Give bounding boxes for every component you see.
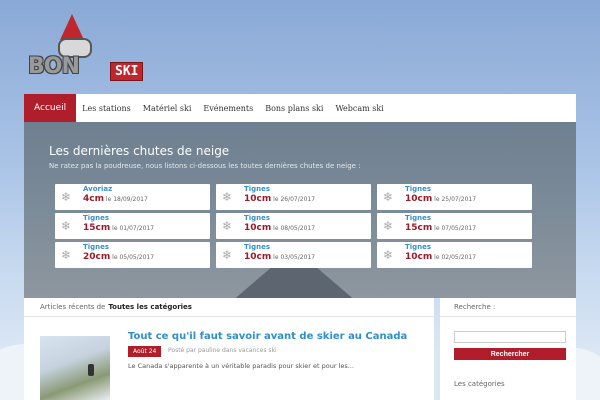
recent-articles: Articles récents de Toutes les catégorie…: [24, 298, 434, 400]
snowfall-station: Tignes: [405, 214, 432, 222]
snowfall-depth: 10cm: [405, 194, 433, 204]
snowfall-line: 10cm le 25/07/2017: [405, 194, 476, 204]
snowfall-station: Tignes: [244, 214, 271, 222]
snowfall-card[interactable]: ❄ Tignes 10cm le 02/05/2017: [377, 242, 532, 268]
nav-item-bons-plans[interactable]: Bons plans ski: [259, 94, 329, 122]
site-logo[interactable]: BON SKI: [24, 14, 144, 84]
search-button[interactable]: Rechercher: [454, 348, 566, 360]
snowfall-date: 25/07/2017: [441, 196, 477, 203]
snowfall-date-prefix: le: [273, 196, 279, 203]
snowflake-icon: ❄: [383, 190, 394, 204]
snowfall-depth: 10cm: [244, 194, 272, 204]
articles-header: Articles récents de Toutes les catégorie…: [24, 298, 434, 317]
snowfall-date: 03/05/2017: [280, 254, 316, 261]
snowflake-icon: ❄: [222, 219, 233, 233]
logo-word: BON: [28, 54, 80, 79]
snowflake-icon: ❄: [383, 219, 394, 233]
snowfall-depth: 15cm: [405, 223, 433, 233]
snowfall-card[interactable]: ❄ Tignes 10cm le 25/07/2017: [377, 184, 532, 210]
logo-hat-icon: [60, 14, 84, 40]
snowfall-station: Tignes: [83, 243, 110, 251]
hero-title: Les dernières chutes de neige: [49, 144, 230, 158]
snowfall-date: 01/07/2017: [119, 225, 155, 232]
snowfall-date-prefix: le: [112, 254, 118, 261]
nav-item-accueil[interactable]: Accueil: [24, 94, 77, 122]
snowfall-station: Tignes: [405, 185, 432, 193]
snowfall-depth: 20cm: [83, 252, 111, 262]
snowfall-card[interactable]: ❄ Tignes 20cm le 05/05/2017: [55, 242, 210, 268]
snowfall-depth: 10cm: [244, 252, 272, 262]
snowfall-date: 26/07/2017: [280, 196, 316, 203]
nav-item-webcam[interactable]: Webcam ski: [329, 94, 389, 122]
article-meta: Posté par pauline dans vacances ski: [168, 347, 277, 354]
article-title-link[interactable]: Tout ce qu'il faut savoir avant de skier…: [128, 331, 407, 342]
snowfall-line: 10cm le 08/05/2017: [244, 223, 315, 233]
snowfall-date: 02/05/2017: [441, 254, 477, 261]
snowfall-date-prefix: le: [434, 225, 440, 232]
snowfall-depth: 10cm: [244, 223, 272, 233]
nav-item-materiel[interactable]: Matériel ski: [137, 94, 198, 122]
snowfall-line: 20cm le 05/05/2017: [83, 252, 154, 262]
article-thumbnail[interactable]: [40, 336, 110, 400]
snowfall-date: 18/09/2017: [113, 196, 148, 203]
snowfall-hero: Les dernières chutes de neige Ne ratez p…: [24, 122, 576, 298]
snowflake-icon: ❄: [222, 248, 233, 262]
snowflake-icon: ❄: [61, 219, 72, 233]
search-label: Recherche :: [440, 298, 576, 317]
snowfall-depth: 4cm: [83, 194, 104, 204]
snowfall-line: 10cm le 02/05/2017: [405, 252, 476, 262]
nav-item-stations[interactable]: Les stations: [76, 94, 137, 122]
nav-item-evenements[interactable]: Evénements: [197, 94, 259, 122]
snowfall-date: 05/05/2017: [119, 254, 155, 261]
logo-badge: SKI: [110, 62, 144, 81]
snowfall-card[interactable]: ❄ Tignes 15cm le 07/05/2017: [377, 213, 532, 239]
snowfall-card[interactable]: ❄ Tignes 15cm le 01/07/2017: [55, 213, 210, 239]
snowfall-date-prefix: le: [273, 225, 279, 232]
snowflake-icon: ❄: [222, 190, 233, 204]
snowfall-date-prefix: le: [105, 196, 112, 203]
snowfall-date-prefix: le: [434, 196, 440, 203]
snowfall-grid: ❄ Avoriaz 4cm le 18/09/2017 ❄ Tignes 10c…: [55, 184, 559, 268]
snowfall-station: Tignes: [244, 185, 271, 193]
articles-category-filter[interactable]: Toutes les catégories: [108, 303, 192, 311]
articles-header-prefix: Articles récents de: [40, 303, 106, 311]
snowfall-date-prefix: le: [112, 225, 118, 232]
snowflake-icon: ❄: [61, 190, 72, 204]
skier-figure: [88, 364, 94, 376]
hero-subtitle: Ne ratez pas la poudreuse, nous listons …: [49, 162, 361, 170]
snowfall-station: Tignes: [405, 243, 432, 251]
snowflake-icon: ❄: [383, 248, 394, 262]
categories-heading: Les catégories: [454, 380, 505, 388]
snowfall-line: 15cm le 01/07/2017: [83, 223, 154, 233]
sidebar: Recherche : Rechercher Les catégories: [440, 298, 576, 400]
snowfall-card[interactable]: ❄ Avoriaz 4cm le 18/09/2017: [55, 184, 210, 210]
snowfall-line: 4cm le 18/09/2017: [83, 194, 148, 204]
snowfall-date: 08/05/2017: [280, 225, 316, 232]
snowfall-line: 10cm le 26/07/2017: [244, 194, 315, 204]
snowfall-card[interactable]: ❄ Tignes 10cm le 03/05/2017: [216, 242, 371, 268]
article-date-badge: Août 24: [128, 346, 162, 357]
snowfall-depth: 10cm: [405, 252, 433, 262]
snowfall-date-prefix: le: [434, 254, 440, 261]
snowfall-depth: 15cm: [83, 223, 111, 233]
snowfall-line: 15cm le 07/05/2017: [405, 223, 476, 233]
main-nav: Accueil Les stations Matériel ski Evénem…: [24, 94, 576, 122]
snowfall-card[interactable]: ❄ Tignes 10cm le 26/07/2017: [216, 184, 371, 210]
snowfall-card[interactable]: ❄ Tignes 10cm le 08/05/2017: [216, 213, 371, 239]
snowfall-station: Tignes: [83, 214, 110, 222]
snowfall-station: Avoriaz: [83, 185, 113, 193]
snowfall-date-prefix: le: [273, 254, 279, 261]
snowfall-line: 10cm le 03/05/2017: [244, 252, 315, 262]
snowflake-icon: ❄: [61, 248, 72, 262]
snowfall-date: 07/05/2017: [441, 225, 477, 232]
snowfall-station: Tignes: [244, 243, 271, 251]
search-input[interactable]: [454, 331, 566, 343]
article-excerpt: Le Canada s'apparente à un véritable par…: [128, 362, 355, 370]
